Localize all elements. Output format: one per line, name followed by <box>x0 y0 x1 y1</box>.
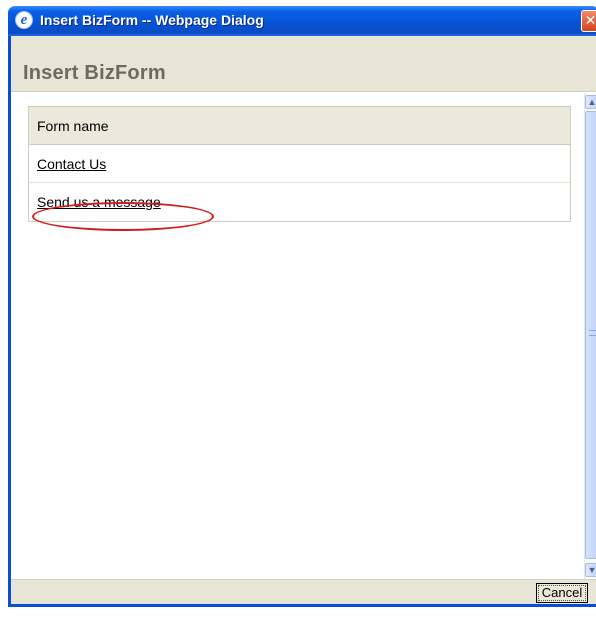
title-bar[interactable]: e Insert BizForm -- Webpage Dialog ✕ <box>8 6 596 36</box>
content-area: Form name Contact Us Send us a message <box>11 93 584 579</box>
close-icon[interactable]: ✕ <box>581 10 596 32</box>
dialog-window: e Insert BizForm -- Webpage Dialog ✕ Ins… <box>8 6 596 607</box>
table-row[interactable]: Send us a message <box>29 183 570 221</box>
forms-grid: Form name Contact Us Send us a message <box>28 106 571 222</box>
grid-header-row: Form name <box>29 107 570 145</box>
form-link-send-us-a-message[interactable]: Send us a message <box>29 183 570 221</box>
ie-icon: e <box>15 11 33 29</box>
window-title: Insert BizForm -- Webpage Dialog <box>40 12 264 28</box>
scroll-up-icon[interactable]: ▲ <box>585 95 596 109</box>
scroll-thumb[interactable] <box>585 111 596 559</box>
form-link-contact-us[interactable]: Contact Us <box>29 145 570 183</box>
column-header-form-name: Form name <box>37 118 109 134</box>
table-row[interactable]: Contact Us <box>29 145 570 183</box>
grip-icon <box>589 330 596 336</box>
page-title: Insert BizForm <box>23 62 166 84</box>
dialog-footer: Cancel <box>11 579 596 604</box>
dialog-header: Insert BizForm <box>11 36 596 92</box>
cancel-button[interactable]: Cancel <box>536 583 588 603</box>
vertical-scrollbar[interactable]: ▲ ▼ <box>584 93 596 579</box>
scroll-down-icon[interactable]: ▼ <box>585 563 596 577</box>
